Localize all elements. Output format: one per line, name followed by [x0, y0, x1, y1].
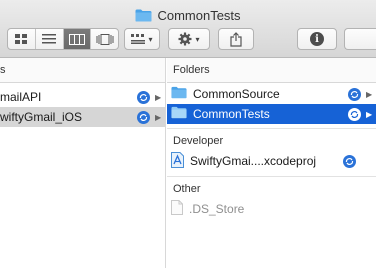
chevron-down-icon: ▾: [195, 34, 200, 44]
search-field[interactable]: [344, 28, 376, 50]
coverflow-view-icon: [96, 33, 114, 45]
column-header: s: [0, 58, 165, 83]
list-item-selected[interactable]: wiftyGmail_iOS ▶: [0, 107, 165, 127]
arrange-icon: [131, 34, 146, 44]
xcodeproj-icon: [171, 151, 184, 171]
sync-icon: [137, 110, 150, 124]
share-icon: [230, 31, 242, 47]
sync-icon: [348, 87, 361, 101]
list-item-label: .DS_Store: [189, 202, 245, 216]
list-item[interactable]: .DS_Store: [167, 198, 376, 220]
disclosure-triangle-icon: ▶: [155, 92, 162, 102]
folder-icon: [135, 9, 152, 22]
list-view-button[interactable]: [36, 29, 64, 49]
list-item[interactable]: CommonSource ▶: [167, 84, 376, 104]
file-icon: [171, 200, 183, 218]
gear-icon: [178, 32, 192, 46]
coverflow-view-button[interactable]: [91, 29, 118, 49]
arrange-button[interactable]: ▾: [124, 28, 160, 50]
sync-icon: [348, 107, 361, 121]
list-item-label: mailAPI: [0, 90, 42, 104]
list-item[interactable]: mailAPI ▶: [0, 87, 165, 107]
window-title-bar: CommonTests: [0, 5, 376, 25]
icon-view-button[interactable]: [8, 29, 36, 49]
browser-column-2: Folders CommonSource ▶ CommonTests ▶ Dev…: [167, 58, 376, 268]
info-icon: i: [310, 32, 324, 46]
sync-icon: [343, 154, 356, 168]
list-item-label: wiftyGmail_iOS: [0, 110, 83, 124]
section-header-developer: Developer: [167, 128, 376, 150]
list-item[interactable]: SwiftyGmai....xcodeproj: [167, 150, 376, 172]
disclosure-triangle-icon: ▶: [366, 89, 373, 99]
window-title: CommonTests: [157, 7, 241, 23]
disclosure-triangle-icon: ▶: [155, 112, 162, 122]
icon-view-icon: [15, 34, 28, 44]
column-view-icon: [68, 33, 85, 45]
list-item-label: CommonSource: [193, 87, 280, 101]
section-header-other: Other: [167, 176, 376, 198]
action-menu-button[interactable]: ▾: [168, 28, 210, 50]
browser-column-1: s mailAPI ▶ wiftyGmail_iOS ▶: [0, 58, 166, 268]
section-header-folders: Folders: [167, 58, 376, 83]
chevron-down-icon: ▾: [148, 34, 153, 44]
view-mode-segmented-control[interactable]: [7, 28, 119, 50]
share-button[interactable]: [218, 28, 254, 50]
folder-icon: [171, 86, 187, 102]
window-toolbar: CommonTests ▾ ▾ i: [0, 0, 376, 58]
folder-icon: [171, 106, 187, 122]
list-view-icon: [42, 34, 57, 44]
column-view-button[interactable]: [63, 29, 92, 49]
list-item-label: CommonTests: [193, 107, 270, 121]
list-item-selected[interactable]: CommonTests ▶: [167, 104, 376, 124]
sync-icon: [137, 90, 150, 104]
get-info-button[interactable]: i: [297, 28, 337, 50]
disclosure-triangle-icon: ▶: [366, 109, 373, 119]
list-item-label: SwiftyGmai....xcodeproj: [190, 154, 317, 168]
